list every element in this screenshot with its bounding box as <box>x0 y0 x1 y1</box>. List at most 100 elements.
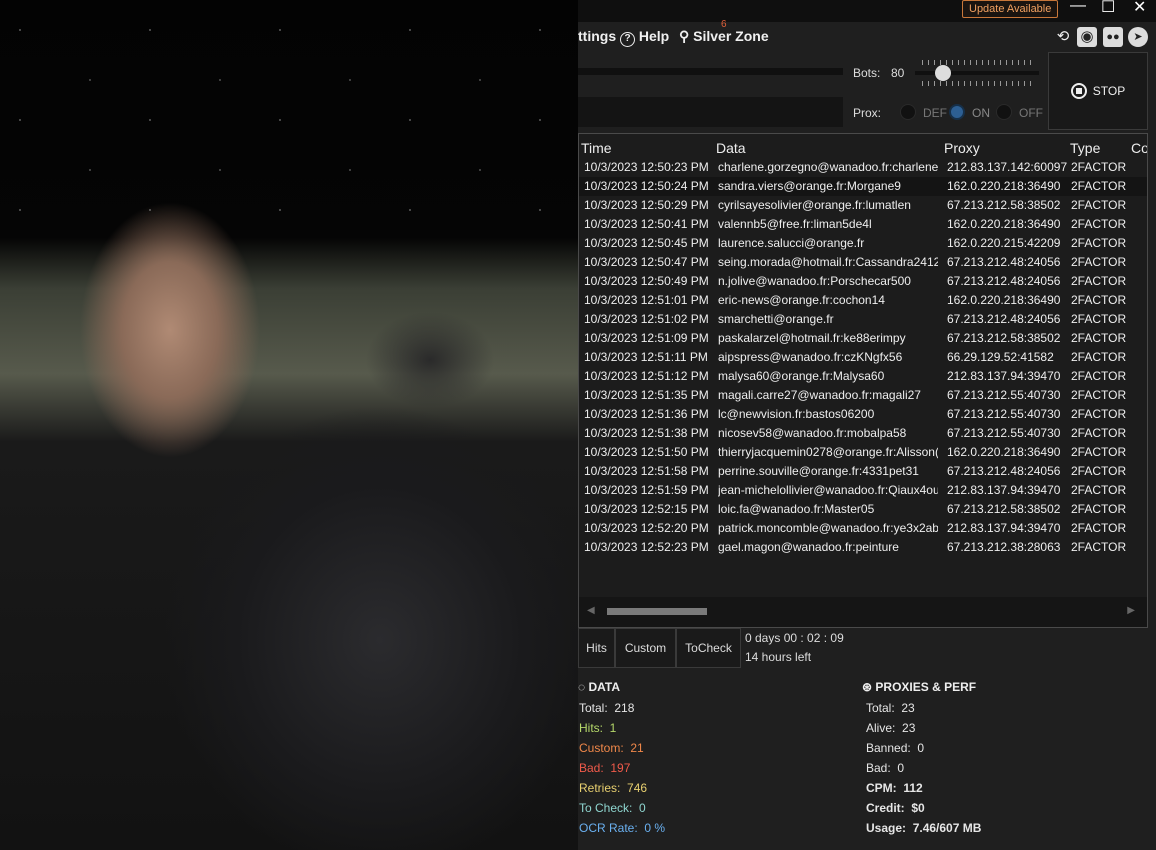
cell-data: perrine.souville@orange.fr:4331pet31 <box>718 464 919 478</box>
cell-proxy: 162.0.220.218:36490 <box>947 179 1061 193</box>
table-row[interactable]: 10/3/2023 12:51:09 PM paskalarzel@hotmail… <box>579 329 1147 348</box>
scroll-right-icon[interactable]: ▶ <box>1127 605 1135 616</box>
table-row[interactable]: 10/3/2023 12:52:20 PM patrick.moncomble@w… <box>579 519 1147 538</box>
cell-data: lc@newvision.fr:bastos06200 <box>718 407 875 421</box>
cell-time: 10/3/2023 12:50:24 PM <box>584 179 709 193</box>
cell-type: 2FACTOR <box>1071 331 1127 345</box>
cell-proxy: 66.29.129.52:41582 <box>947 350 1054 364</box>
menu-help[interactable]: ? Help <box>620 28 669 47</box>
time-remaining: 14 hours left <box>745 650 812 664</box>
proxy-stat-bad: Bad: 0 <box>866 761 905 775</box>
data-stat-total: Total: 218 <box>579 701 635 715</box>
prox-off-radio[interactable] <box>996 104 1012 120</box>
tab-hits[interactable]: Hits <box>578 628 615 668</box>
table-row[interactable]: 10/3/2023 12:52:15 PM loic.fa@wanadoo.fr:… <box>579 500 1147 519</box>
cell-time: 10/3/2023 12:50:41 PM <box>584 217 709 231</box>
table-row[interactable]: 10/3/2023 12:50:47 PM seing.morada@hotmai… <box>579 253 1147 272</box>
table-row[interactable]: 10/3/2023 12:50:29 PM cyrilsayesolivier@o… <box>579 196 1147 215</box>
discord-icon[interactable]: ●● <box>1103 27 1123 47</box>
tab-tocheck[interactable]: ToCheck <box>676 628 741 668</box>
column-co[interactable]: Co <box>1131 140 1147 156</box>
cell-time: 10/3/2023 12:52:23 PM <box>584 540 709 554</box>
scrollbar-thumb[interactable] <box>607 608 707 615</box>
cell-time: 10/3/2023 12:51:09 PM <box>584 331 709 345</box>
table-row[interactable]: 10/3/2023 12:50:49 PM n.jolive@wanadoo.fr… <box>579 272 1147 291</box>
table-row[interactable]: 10/3/2023 12:51:12 PM malysa60@orange.fr:… <box>579 367 1147 386</box>
cell-type: 2FACTOR <box>1071 274 1127 288</box>
tab-custom[interactable]: Custom <box>615 628 676 668</box>
table-row[interactable]: 10/3/2023 12:50:45 PM laurence.salucci@or… <box>579 234 1147 253</box>
refresh-icon: ◌ <box>578 680 586 694</box>
cell-time: 10/3/2023 12:51:01 PM <box>584 293 709 307</box>
prox-def-radio[interactable] <box>900 104 916 120</box>
table-row[interactable]: 10/3/2023 12:50:24 PM sandra.viers@orange… <box>579 177 1147 196</box>
column-proxy[interactable]: Proxy <box>944 140 980 156</box>
telegram-icon[interactable]: ➤ <box>1128 27 1148 47</box>
cell-data: gael.magon@wanadoo.fr:peinture <box>718 540 899 554</box>
close-button[interactable]: ✕ <box>1133 0 1146 16</box>
column-data[interactable]: Data <box>716 140 746 156</box>
cell-proxy: 212.83.137.94:39470 <box>947 369 1061 383</box>
menu-silver-zone[interactable]: ⚲ Silver Zone <box>679 28 769 45</box>
cell-type: 2FACTOR <box>1071 350 1127 364</box>
column-type[interactable]: Type <box>1070 140 1100 156</box>
starlight-ceiling <box>0 0 578 240</box>
prox-label: Prox: <box>853 106 882 120</box>
proxy-stat-alive: Alive: 23 <box>866 721 916 735</box>
slider-thumb[interactable] <box>934 65 951 81</box>
proxy-stat-total: Total: 23 <box>866 701 915 715</box>
table-row[interactable]: 10/3/2023 12:50:23 PM charlene.gorzegno@w… <box>579 158 1147 177</box>
table-row[interactable]: 10/3/2023 12:51:01 PM eric-news@orange.fr… <box>579 291 1147 310</box>
cell-data: patrick.moncomble@wanadoo.fr:ye3x2ab <box>718 521 938 535</box>
stop-icon <box>1070 83 1087 99</box>
table-row[interactable]: 10/3/2023 12:51:02 PM smarchetti@orange.f… <box>579 310 1147 329</box>
prox-on-radio[interactable] <box>949 104 965 120</box>
table-row[interactable]: 10/3/2023 12:50:41 PM valennb5@free.fr:li… <box>579 215 1147 234</box>
minimize-button[interactable]: — <box>1070 0 1086 14</box>
cell-data: loic.fa@wanadoo.fr:Master05 <box>718 502 875 516</box>
cell-time: 10/3/2023 12:51:50 PM <box>584 445 709 459</box>
webcam-photo <box>0 0 578 850</box>
cell-type: 2FACTOR <box>1071 369 1127 383</box>
table-row[interactable]: 10/3/2023 12:51:11 PM aipspress@wanadoo.f… <box>579 348 1147 367</box>
horizontal-scrollbar[interactable]: ◀ ▶ <box>579 597 1147 627</box>
menu-settings[interactable]: ttings <box>578 28 616 44</box>
cell-data: aipspress@wanadoo.fr:czKNgfx56 <box>718 350 903 364</box>
cell-proxy: 67.213.212.48:24056 <box>947 312 1061 326</box>
data-stat-hits: Hits: 1 <box>579 721 617 735</box>
cell-data: charlene.gorzegno@wanadoo.fr:charlene <box>718 160 938 174</box>
cell-type: 2FACTOR <box>1071 407 1127 421</box>
cell-proxy: 162.0.220.218:36490 <box>947 217 1061 231</box>
bots-label: Bots: <box>853 66 881 80</box>
cell-time: 10/3/2023 12:51:36 PM <box>584 407 709 421</box>
stop-button[interactable]: STOP <box>1048 52 1148 130</box>
cell-proxy: 212.83.137.142:60097 <box>947 160 1067 174</box>
cell-type: 2FACTOR <box>1071 426 1127 440</box>
table-row[interactable]: 10/3/2023 12:51:58 PM perrine.souville@or… <box>579 462 1147 481</box>
cell-proxy: 162.0.220.215:42209 <box>947 236 1061 250</box>
cell-proxy: 67.213.212.48:24056 <box>947 274 1061 288</box>
table-row[interactable]: 10/3/2023 12:51:36 PM lc@newvision.fr:bas… <box>579 405 1147 424</box>
cell-data: magali.carre27@wanadoo.fr:magali27 <box>718 388 921 402</box>
table-row[interactable]: 10/3/2023 12:51:38 PM nicosev58@wanadoo.f… <box>579 424 1147 443</box>
cell-proxy: 67.213.212.58:38502 <box>947 502 1061 516</box>
cell-data: cyrilsayesolivier@orange.fr:lumatlen <box>718 198 911 212</box>
table-row[interactable]: 10/3/2023 12:51:59 PM jean-michelollivier… <box>579 481 1147 500</box>
bots-slider[interactable] <box>915 65 1039 81</box>
help-icon: ? <box>620 32 635 47</box>
scroll-left-icon[interactable]: ◀ <box>587 605 595 616</box>
update-available-button[interactable]: Update Available <box>962 0 1059 18</box>
progress-bar <box>578 68 843 75</box>
wordlist-input[interactable] <box>578 97 843 127</box>
cell-type: 2FACTOR <box>1071 464 1127 478</box>
column-time[interactable]: Time <box>581 140 612 156</box>
table-row[interactable]: 10/3/2023 12:51:50 PM thierryjacquemin027… <box>579 443 1147 462</box>
cell-time: 10/3/2023 12:51:58 PM <box>584 464 709 478</box>
table-row[interactable]: 10/3/2023 12:52:23 PM gael.magon@wanadoo.… <box>579 538 1147 557</box>
camera-icon[interactable]: ◉ <box>1077 27 1097 47</box>
maximize-button[interactable]: ☐ <box>1101 0 1115 16</box>
history-icon[interactable]: ⟲ <box>1053 27 1073 47</box>
cell-time: 10/3/2023 12:52:15 PM <box>584 502 709 516</box>
table-row[interactable]: 10/3/2023 12:51:35 PM magali.carre27@wana… <box>579 386 1147 405</box>
proxies-section-title: ⊛ PROXIES & PERF <box>862 680 977 694</box>
